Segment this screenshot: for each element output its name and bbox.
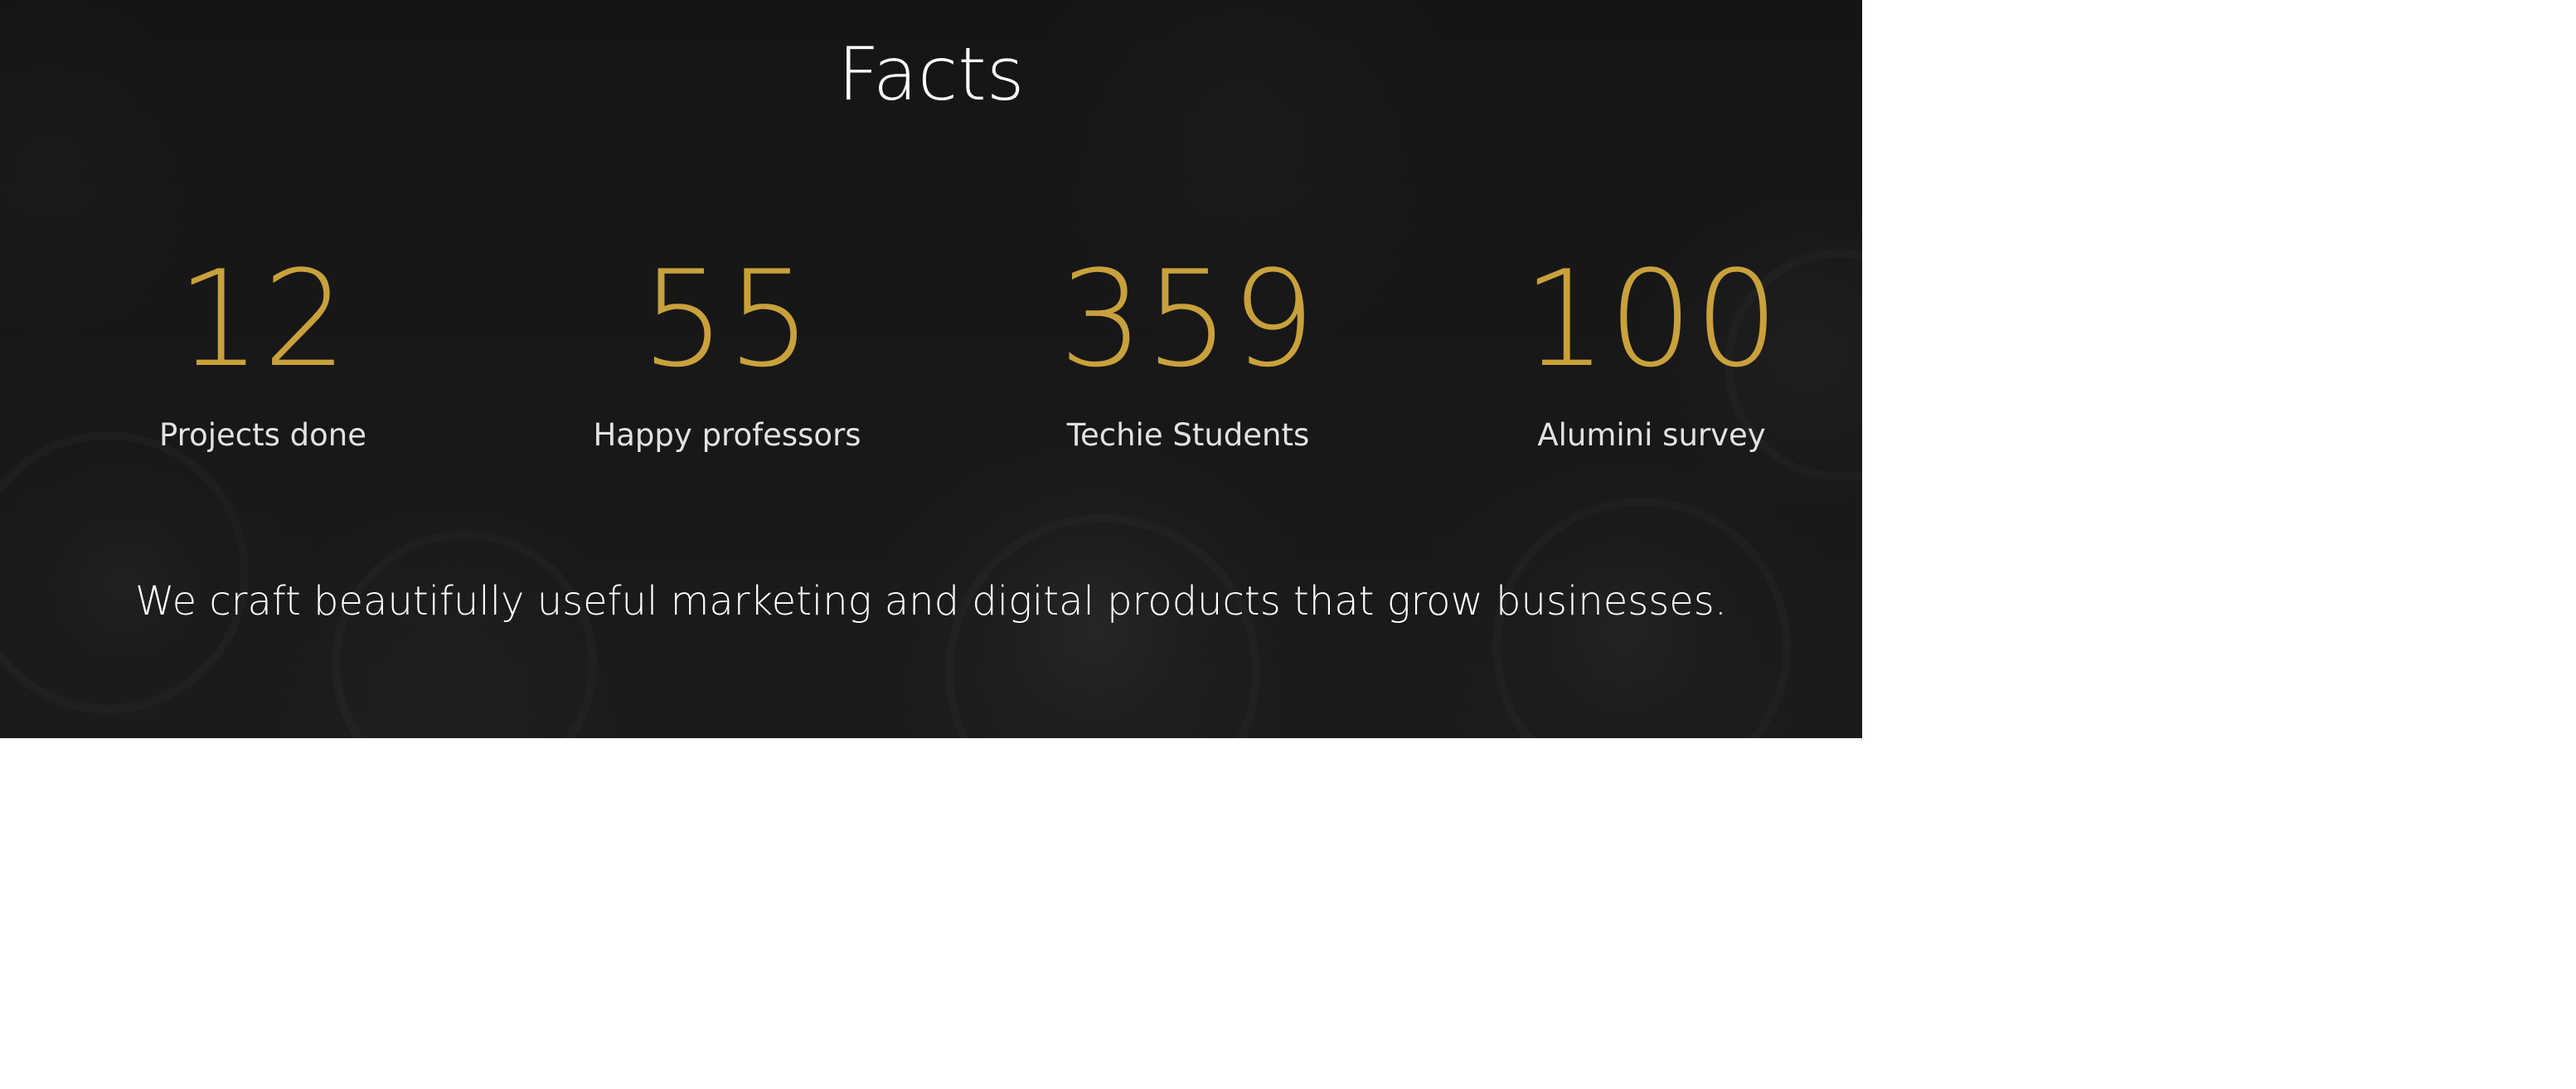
background-decoration — [332, 531, 597, 738]
facts-section: Facts 12 Projects done 55 Happy professo… — [0, 0, 1862, 738]
stat-value: 100 — [1522, 241, 1781, 396]
stat-professors: 55 Happy professors — [495, 241, 959, 456]
stat-value: 12 — [177, 241, 349, 396]
stat-students: 359 Techie Students — [956, 241, 1420, 456]
stat-label: Techie Students — [1066, 417, 1310, 453]
section-tagline: We craft beautifully useful marketing an… — [134, 578, 1728, 625]
stat-label: Projects done — [159, 417, 366, 453]
stat-value: 55 — [641, 241, 813, 396]
stat-label: Alumini survey — [1537, 417, 1766, 453]
page-blank-area — [1862, 0, 2576, 1089]
stat-alumni: 100 Alumini survey — [1419, 241, 1862, 456]
page-blank-area — [0, 738, 1862, 1089]
stat-label: Happy professors — [593, 417, 861, 453]
stat-value: 359 — [1059, 241, 1317, 396]
stat-projects: 12 Projects done — [31, 241, 495, 456]
section-title: Facts — [837, 32, 1025, 117]
